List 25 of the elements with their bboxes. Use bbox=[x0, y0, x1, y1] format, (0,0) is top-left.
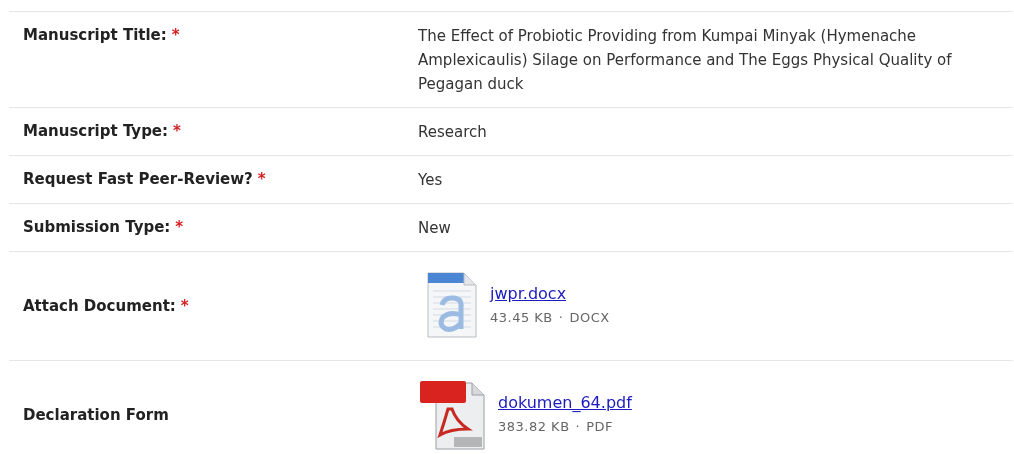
word-document-icon bbox=[424, 271, 480, 341]
required-mark: * bbox=[180, 297, 189, 315]
field-label: Manuscript Title: bbox=[23, 26, 167, 44]
field-label: Declaration Form bbox=[23, 406, 169, 424]
field-label: Request Fast Peer-Review? bbox=[23, 170, 253, 188]
file-link[interactable]: jwpr.docx bbox=[490, 282, 610, 306]
required-mark: * bbox=[257, 170, 266, 188]
required-mark: * bbox=[175, 218, 184, 236]
file-size: 43.45 KB bbox=[490, 310, 553, 325]
pdf-document-icon bbox=[418, 379, 488, 451]
file-size: 383.82 KB bbox=[498, 419, 570, 434]
field-value: Yes bbox=[418, 171, 443, 189]
field-label: Manuscript Type: bbox=[23, 122, 169, 140]
field-label: Submission Type: bbox=[23, 218, 171, 236]
file-format: PDF bbox=[586, 419, 614, 434]
separator-dot: · bbox=[575, 419, 581, 434]
file-format: DOCX bbox=[569, 310, 610, 325]
field-value: New bbox=[418, 219, 451, 237]
field-value: The Effect of Probiotic Providing from Kumpai Minyak (Hymenache Amplexicaulis) Silage on Performance and The Eggs Physical Quality of Pegagan duck bbox=[418, 27, 952, 93]
required-mark: * bbox=[171, 26, 180, 44]
field-value: Research bbox=[418, 123, 487, 141]
required-mark: * bbox=[173, 122, 181, 140]
field-label: Attach Document: bbox=[23, 297, 176, 315]
file-link[interactable]: dokumen_64.pdf bbox=[498, 391, 632, 415]
separator-dot: · bbox=[558, 310, 564, 325]
